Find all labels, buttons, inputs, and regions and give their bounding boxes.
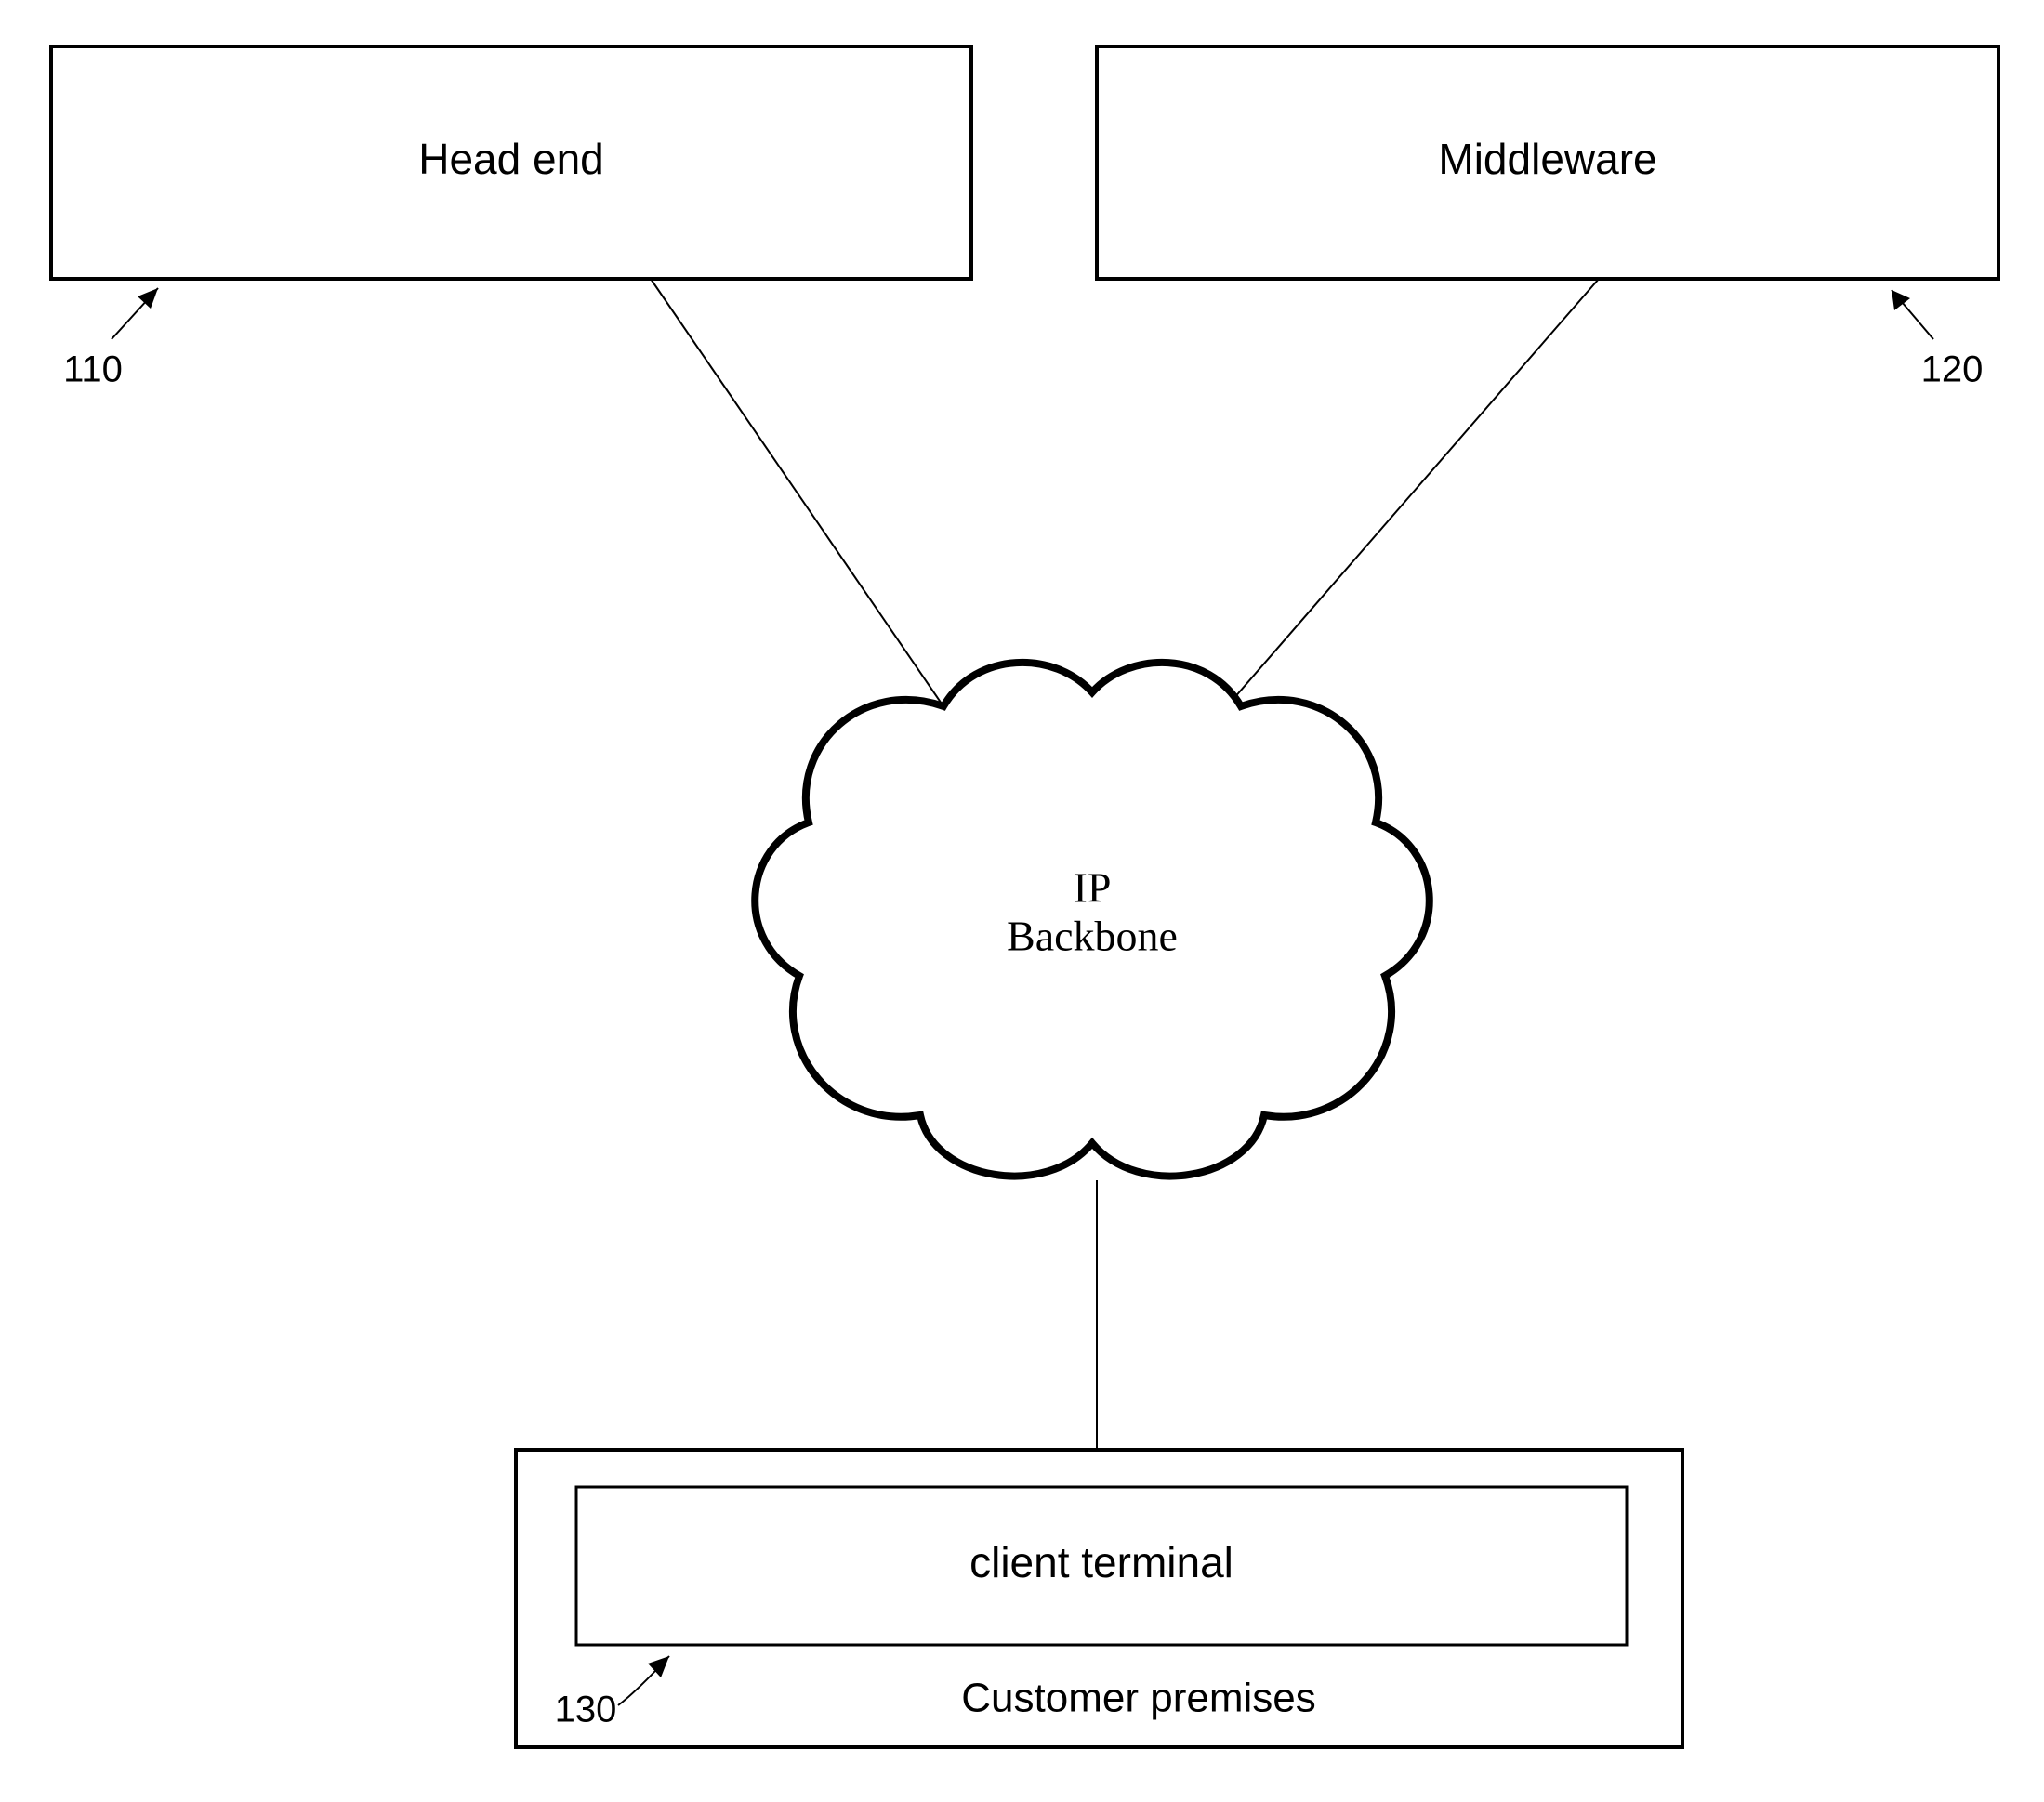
client-terminal-label: client terminal xyxy=(969,1538,1233,1586)
customer-premises-label: Customer premises xyxy=(961,1676,1315,1721)
client-ref: 130 xyxy=(555,1690,617,1730)
middleware-label: Middleware xyxy=(1438,135,1656,183)
cloud-label-line1: IP xyxy=(1074,864,1112,912)
link-headend-cloud xyxy=(651,279,957,727)
customer-premises: Customer premises client terminal 130 xyxy=(516,1450,1682,1747)
architecture-diagram: Head end 110 Middleware 120 IP Backbone … xyxy=(0,0,2044,1802)
headend-label: Head end xyxy=(418,135,604,183)
cloud-label-line2: Backbone xyxy=(1007,913,1178,960)
headend-ref-arrowhead xyxy=(138,288,158,309)
headend-ref: 110 xyxy=(63,349,123,390)
link-middleware-cloud xyxy=(1227,279,1599,706)
headend-node: Head end 110 xyxy=(51,46,971,390)
middleware-ref: 120 xyxy=(1921,349,1984,390)
ip-backbone-cloud: IP Backbone xyxy=(755,663,1430,1177)
